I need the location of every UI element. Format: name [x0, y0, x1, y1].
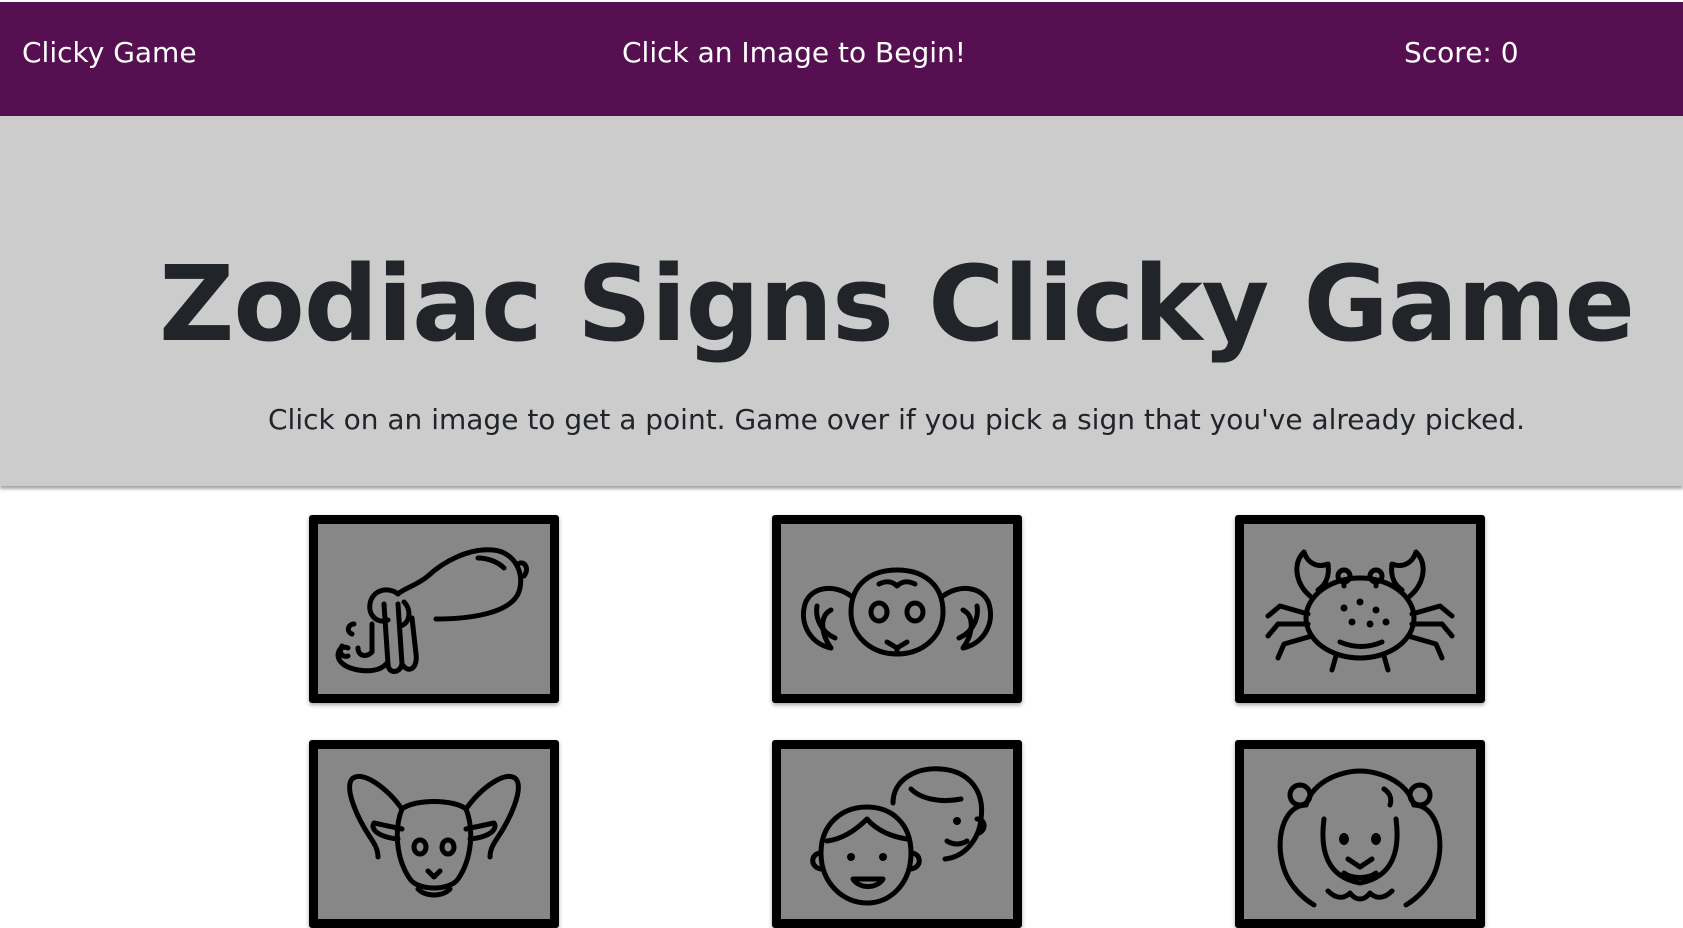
card-gemini[interactable]: [772, 740, 1022, 928]
aries-ram-face-icon: [801, 567, 993, 657]
card-cancer[interactable]: [1235, 515, 1485, 703]
cancer-crab-icon: [1265, 549, 1455, 673]
card-grid: [0, 0, 1683, 928]
leo-lion-icon: [1277, 768, 1443, 908]
gemini-twins-icon: [810, 766, 987, 906]
card-aries[interactable]: [772, 515, 1022, 703]
card-capricorn[interactable]: [309, 740, 559, 928]
capricorn-goat-icon: [347, 773, 521, 898]
card-leo[interactable]: [1235, 740, 1485, 928]
card-aquarius[interactable]: [309, 515, 559, 703]
aquarius-water-jug-icon: [335, 547, 529, 674]
